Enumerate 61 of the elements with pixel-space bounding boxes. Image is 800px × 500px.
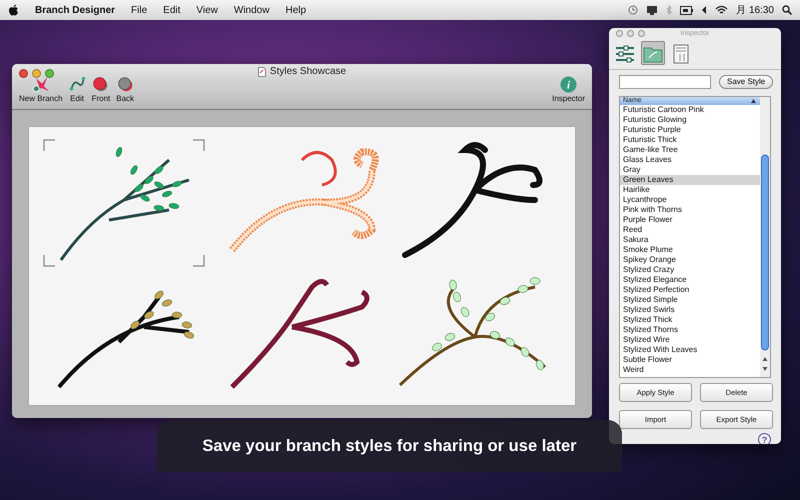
style-list-item[interactable]: Stylized Swirls (620, 305, 760, 315)
toolbar-button[interactable]: Front (88, 76, 114, 105)
style-list-item[interactable]: Pink with Thorns (620, 205, 760, 215)
menu-item[interactable]: Edit (163, 2, 180, 18)
style-list-item[interactable]: Futuristic Purple (620, 125, 760, 135)
style-list-item[interactable]: Futuristic Glowing (620, 115, 760, 125)
style-list-item[interactable]: Stylized Thick (620, 315, 760, 325)
style-list-item[interactable]: Stylized Elegance (620, 275, 760, 285)
scrollbar[interactable] (760, 97, 770, 377)
menu-item[interactable]: Window (234, 2, 270, 18)
info-icon: i (560, 76, 578, 93)
clock-icon[interactable] (628, 5, 638, 15)
curve-icon (68, 76, 86, 93)
style-list-item[interactable]: Green Leaves (620, 175, 760, 185)
menu-clock[interactable]: 月 16:30 (736, 2, 774, 18)
toolbar-button[interactable]: Edit (66, 76, 89, 105)
app-menu[interactable]: Branch Designer (35, 2, 116, 18)
menu-item[interactable]: Help (285, 2, 306, 18)
style-list-item[interactable]: Reed (620, 225, 760, 235)
toolbar-button[interactable]: New Branch (16, 76, 66, 105)
style-list-item[interactable]: Lycanthrope (620, 195, 760, 205)
window-title: Styles Showcase (270, 65, 346, 79)
style-list-item[interactable]: Glass Leaves (620, 155, 760, 165)
style-list-item[interactable]: Futuristic Thick (620, 135, 760, 145)
style-list-item[interactable]: Stylized With Leaves (620, 345, 760, 355)
sliders-icon (614, 42, 636, 65)
menu-item[interactable]: File (131, 2, 148, 18)
style-list-item[interactable]: Sakura (620, 235, 760, 245)
style-list-item[interactable]: Game-like Tree (620, 145, 760, 155)
save-style-button[interactable]: Save Style (719, 75, 774, 89)
overlapping-circles-icon (92, 76, 110, 93)
help-icon[interactable]: ? (758, 433, 771, 444)
caption-text: Save your branch styles for sharing or use later (202, 436, 577, 457)
style-name-field[interactable] (619, 75, 711, 89)
style-list-item[interactable]: Stylized Perfection (620, 285, 760, 295)
style-list-item[interactable]: Smoke Plume (620, 245, 760, 255)
toolbar-button[interactable]: Back (113, 76, 138, 105)
search-icon[interactable] (782, 5, 792, 15)
style-list-item[interactable]: Subtle Flower (620, 355, 760, 365)
inspector-tab[interactable] (641, 41, 665, 65)
style-list-item[interactable]: Gray (620, 165, 760, 175)
wifi-icon[interactable] (715, 5, 728, 15)
style-list-item[interactable]: Futuristic Cartoon Pink (620, 105, 760, 115)
style-list-item[interactable]: Spikey Orange (620, 255, 760, 265)
style-list-item[interactable]: Stylized Wire (620, 335, 760, 345)
document-icon (258, 66, 266, 76)
apple-logo-icon[interactable] (8, 4, 19, 16)
style-list-item[interactable]: Stylized Simple (620, 295, 760, 305)
style-list-item[interactable]: Purple Flower (620, 215, 760, 225)
volume-icon[interactable] (701, 6, 708, 14)
style-list-item[interactable]: Hairlike (620, 185, 760, 195)
style-list-item[interactable]: Stylized Crazy (620, 265, 760, 275)
inspector-button[interactable]: i Inspector (549, 76, 588, 105)
menu-item[interactable]: View (196, 2, 218, 18)
display-icon[interactable] (646, 5, 658, 15)
battery-icon[interactable] (680, 6, 694, 14)
star-branch-icon (32, 76, 50, 93)
style-list-item[interactable]: Stylized Thorns (620, 325, 760, 335)
style-list-item[interactable]: Weird (620, 365, 760, 375)
overlapping-circles-icon (116, 76, 134, 93)
sort-arrow-icon (751, 99, 756, 103)
